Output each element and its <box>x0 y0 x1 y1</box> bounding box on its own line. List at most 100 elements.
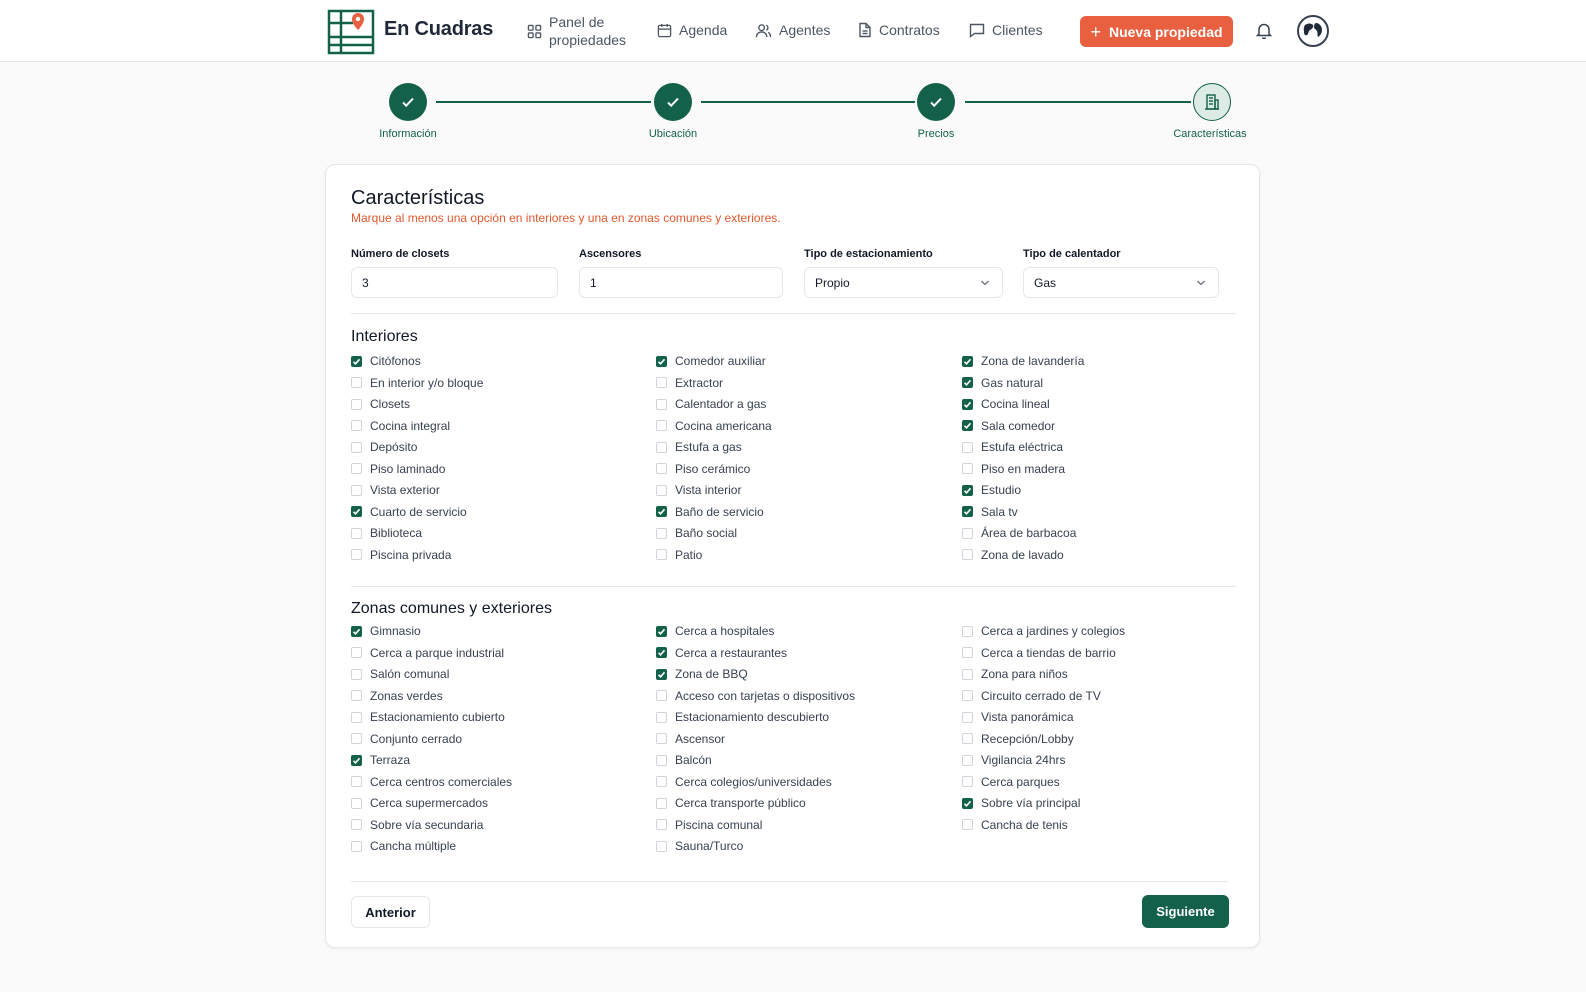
checkbox-option[interactable]: Closets <box>351 396 410 412</box>
checkbox-checked[interactable] <box>962 506 973 517</box>
checkbox-unchecked[interactable] <box>351 377 362 388</box>
checkbox-unchecked[interactable] <box>351 668 362 680</box>
checkbox-unchecked[interactable] <box>656 549 667 560</box>
checkbox-checked[interactable] <box>656 355 667 367</box>
checkbox-option[interactable]: Cerca a hospitales <box>656 623 774 639</box>
checkbox-option[interactable]: Balcón <box>656 752 712 768</box>
checkbox-option[interactable]: Estacionamiento descubierto <box>656 709 829 725</box>
checkbox-option[interactable]: Vista panorámica <box>962 709 1074 725</box>
checkbox-unchecked[interactable] <box>656 377 667 388</box>
checkbox-option[interactable]: Recepción/Lobby <box>962 731 1074 747</box>
parking-type-select[interactable]: Propio <box>804 267 1003 298</box>
checkbox-option[interactable]: Estudio <box>962 482 1021 498</box>
checkbox-option[interactable]: Comedor auxiliar <box>656 353 766 369</box>
checkbox-option[interactable]: Cerca a parque industrial <box>351 645 504 661</box>
brand-name[interactable]: En Cuadras <box>384 18 493 41</box>
checkbox-unchecked[interactable] <box>962 776 973 787</box>
nav-agenda[interactable]: Agenda <box>657 22 727 38</box>
checkbox-unchecked[interactable] <box>656 754 667 766</box>
checkbox-unchecked[interactable] <box>656 441 667 453</box>
checkbox-option[interactable]: Área de barbacoa <box>962 525 1076 541</box>
checkbox-option[interactable]: Cerca parques <box>962 774 1060 790</box>
checkbox-option[interactable]: Zona de BBQ <box>656 666 748 682</box>
step-precios[interactable] <box>917 83 955 121</box>
checkbox-unchecked[interactable] <box>656 484 667 496</box>
checkbox-option[interactable]: Circuito cerrado de TV <box>962 688 1101 704</box>
checkbox-option[interactable]: Cerca colegios/universidades <box>656 774 832 790</box>
checkbox-option[interactable]: Piso cerámico <box>656 461 750 477</box>
checkbox-option[interactable]: Sala tv <box>962 504 1018 520</box>
checkbox-unchecked[interactable] <box>351 463 362 474</box>
checkbox-unchecked[interactable] <box>351 527 362 539</box>
checkbox-unchecked[interactable] <box>962 441 973 453</box>
checkbox-option[interactable]: Calentador a gas <box>656 396 766 412</box>
checkbox-option[interactable]: Depósito <box>351 439 417 455</box>
checkbox-unchecked[interactable] <box>656 776 667 787</box>
checkbox-option[interactable]: Vista exterior <box>351 482 440 498</box>
checkbox-unchecked[interactable] <box>962 647 973 658</box>
checkbox-checked[interactable] <box>656 647 667 658</box>
checkbox-option[interactable]: Terraza <box>351 752 410 768</box>
checkbox-unchecked[interactable] <box>351 398 362 410</box>
step-ubicacion[interactable] <box>654 83 692 121</box>
checkbox-checked[interactable] <box>962 398 973 410</box>
checkbox-option[interactable]: Biblioteca <box>351 525 422 541</box>
checkbox-option[interactable]: Cerca a jardines y colegios <box>962 623 1125 639</box>
checkbox-checked[interactable] <box>962 420 973 431</box>
checkbox-option[interactable]: Cancha de tenis <box>962 817 1068 833</box>
brand-logo-icon[interactable] <box>327 9 375 55</box>
checkbox-option[interactable]: Sauna/Turco <box>656 838 743 854</box>
nav-panel-propiedades[interactable]: Panel de propiedades <box>527 13 639 49</box>
checkbox-option[interactable]: Cocina americana <box>656 418 772 434</box>
checkbox-option[interactable]: Vigilancia 24hrs <box>962 752 1066 768</box>
checkbox-unchecked[interactable] <box>351 819 362 830</box>
checkbox-option[interactable]: Cerca centros comerciales <box>351 774 512 790</box>
checkbox-checked[interactable] <box>351 625 362 637</box>
checkbox-option[interactable]: Zona para niños <box>962 666 1068 682</box>
checkbox-option[interactable]: Citófonos <box>351 353 421 369</box>
next-button[interactable]: Siguiente <box>1142 895 1229 928</box>
checkbox-option[interactable]: Piso laminado <box>351 461 445 477</box>
checkbox-unchecked[interactable] <box>656 420 667 431</box>
checkbox-unchecked[interactable] <box>351 711 362 723</box>
checkbox-checked[interactable] <box>962 797 973 809</box>
checkbox-option[interactable]: Sobre vía principal <box>962 795 1080 811</box>
checkbox-option[interactable]: Baño de servicio <box>656 504 764 520</box>
checkbox-unchecked[interactable] <box>656 733 667 744</box>
checkbox-checked[interactable] <box>656 625 667 637</box>
checkbox-unchecked[interactable] <box>962 754 973 766</box>
previous-button[interactable]: Anterior <box>351 896 430 928</box>
checkbox-option[interactable]: Ascensor <box>656 731 725 747</box>
checkbox-option[interactable]: Extractor <box>656 375 723 391</box>
user-avatar[interactable] <box>1297 15 1329 47</box>
checkbox-unchecked[interactable] <box>962 463 973 474</box>
checkbox-option[interactable]: Estacionamiento cubierto <box>351 709 505 725</box>
checkbox-option[interactable]: Piscina privada <box>351 547 451 563</box>
elevators-input[interactable]: 1 <box>579 267 783 298</box>
heater-type-select[interactable]: Gas <box>1023 267 1219 298</box>
checkbox-unchecked[interactable] <box>351 690 362 701</box>
step-caracteristicas[interactable] <box>1193 83 1231 121</box>
checkbox-unchecked[interactable] <box>962 668 973 680</box>
checkbox-checked[interactable] <box>351 355 362 367</box>
checkbox-unchecked[interactable] <box>351 420 362 431</box>
checkbox-option[interactable]: Patio <box>656 547 702 563</box>
checkbox-unchecked[interactable] <box>351 441 362 453</box>
checkbox-unchecked[interactable] <box>962 690 973 701</box>
checkbox-unchecked[interactable] <box>351 549 362 560</box>
checkbox-option[interactable]: Salón comunal <box>351 666 449 682</box>
checkbox-option[interactable]: Estufa eléctrica <box>962 439 1063 455</box>
checkbox-unchecked[interactable] <box>351 647 362 658</box>
checkbox-checked[interactable] <box>351 754 362 766</box>
checkbox-option[interactable]: Cocina lineal <box>962 396 1050 412</box>
checkbox-option[interactable]: Gimnasio <box>351 623 421 639</box>
checkbox-option[interactable]: Cerca supermercados <box>351 795 488 811</box>
checkbox-checked[interactable] <box>656 668 667 680</box>
checkbox-option[interactable]: Sala comedor <box>962 418 1055 434</box>
checkbox-option[interactable]: Zona de lavado <box>962 547 1064 563</box>
closets-input[interactable]: 3 <box>351 267 558 298</box>
checkbox-option[interactable]: Cerca a tiendas de barrio <box>962 645 1116 661</box>
nav-contratos[interactable]: Contratos <box>858 22 940 38</box>
checkbox-unchecked[interactable] <box>656 797 667 809</box>
checkbox-unchecked[interactable] <box>962 625 973 637</box>
